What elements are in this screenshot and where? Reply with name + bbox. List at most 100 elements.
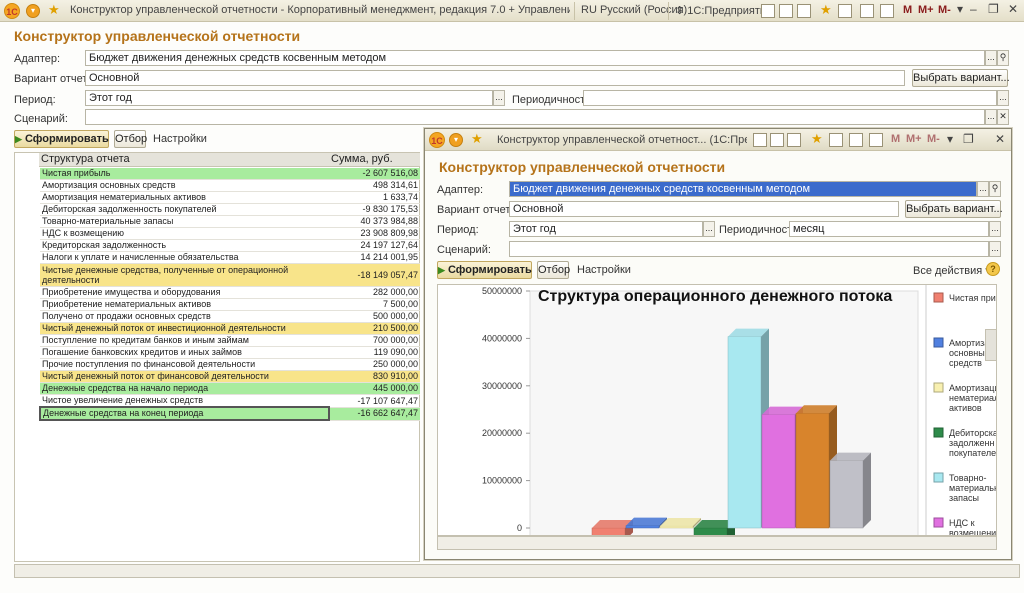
subwindow-print-icon[interactable] [770,133,784,147]
subwindow-horizontal-scrollbar[interactable] [437,536,997,550]
row-name-cell: Приобретение имущества и оборудования [40,286,329,300]
legend-label: запасы [949,493,979,503]
report-subwindow: 1С ▾ ★ Конструктор управленческой отчетн… [424,128,1012,560]
save-icon[interactable] [761,4,775,18]
subwindow-calendar-icon[interactable] [849,133,863,147]
favorites-star-icon[interactable]: ★ [48,3,60,17]
table-row[interactable]: Чистое увеличение денежных средств -17 10… [40,394,420,408]
subwindow-favorites-icon[interactable]: ★ [471,132,483,146]
memory-plus-button[interactable]: M+ [918,4,934,16]
add-favorite-icon[interactable]: ★ [820,3,832,17]
subwindow-variant-field[interactable]: Основной [509,201,899,217]
print-icon[interactable] [779,4,793,18]
variant-field[interactable]: Основной [85,70,905,86]
app-logo-icon[interactable]: 1С [4,3,20,19]
generate-button[interactable]: ▶ Сформировать [14,130,109,148]
table-row[interactable]: Амортизация основных средств 498 314,61 [40,179,420,193]
table-row[interactable]: Приобретение имущества и оборудования 282… [40,286,420,300]
table-row[interactable]: Чистые денежные средства, полученные от … [40,263,420,288]
play-icon: ▶ [15,134,22,144]
help-icon[interactable]: ? [986,262,1000,276]
subwindow-logo-icon[interactable]: 1С [429,132,445,148]
subwindow-add-favorite-icon[interactable]: ★ [811,132,823,146]
subwindow-adapter-select-button[interactable]: ... [977,181,989,197]
subwindow-generate-button[interactable]: ▶ Сформировать [437,261,532,279]
legend-label: возмещени [949,528,996,536]
adapter-open-icon[interactable]: ⚲ [997,50,1009,66]
subwindow-adapter-field[interactable]: Бюджет движения денежных средств косвенн… [509,181,977,197]
memory-minus-button[interactable]: M- [938,4,951,16]
main-horizontal-scrollbar[interactable] [14,564,1020,578]
subwindow-periodicity-select-button[interactable]: ... [989,221,1001,237]
table-row[interactable]: НДС к возмещению 23 908 809,98 [40,227,420,241]
tab-filter[interactable]: Отбор [114,130,147,148]
periodicity-field[interactable] [583,90,997,106]
table-row[interactable]: Дебиторская задолженность покупателей -9 … [40,203,420,217]
row-name-cell: Амортизация нематериальных активов [40,191,329,205]
table-row[interactable]: Поступление по кредитам банков и иным за… [40,334,420,348]
memory-m-button[interactable]: M [903,4,912,16]
subwindow-adapter-open-icon[interactable]: ⚲ [989,181,1001,197]
subwindow-period-field[interactable]: Этот год [509,221,703,237]
col-sum-header: Сумма, руб. [331,153,393,165]
legend-label: покупателе [949,448,996,458]
preview-icon[interactable] [797,4,811,18]
row-value-cell: 498 314,61 [329,179,420,193]
table-row[interactable]: Получено от продажи основных средств 500 … [40,310,420,324]
history-icon[interactable] [838,4,852,18]
scenario-field[interactable] [85,109,985,125]
subwindow-tab-filter[interactable]: Отбор [537,261,570,279]
legend-scroll-thumb[interactable] [985,329,997,361]
subwindow-preview-icon[interactable] [787,133,801,147]
table-row[interactable]: Амортизация нематериальных активов 1 633,… [40,191,420,205]
table-row[interactable]: Кредиторская задолженность 24 197 127,64 [40,239,420,253]
period-field[interactable]: Этот год [85,90,493,106]
subwindow-memory-plus[interactable]: M+ [906,133,922,145]
table-row[interactable]: Прочие поступления по финансовой деятель… [40,358,420,372]
calculator-icon[interactable] [880,4,894,18]
adapter-field[interactable]: Бюджет движения денежных средств косвенн… [85,50,985,66]
table-row[interactable]: Денежные средства на конец периода -16 66… [39,406,420,422]
calendar-icon[interactable] [860,4,874,18]
scenario-select-button[interactable]: ... [985,109,997,125]
table-row[interactable]: Приобретение нематериальных активов 7 500… [40,298,420,312]
choose-variant-button[interactable]: Выбрать вариант... [912,69,1010,87]
subwindow-close-icon[interactable]: ✕ [995,132,1005,146]
scenario-clear-icon[interactable]: ✕ [997,109,1009,125]
subwindow-tab-settings[interactable]: Настройки [577,264,631,276]
subwindow-memory-minus[interactable]: M- [927,133,940,145]
bar [795,413,830,529]
table-row[interactable]: Чистый денежный поток от инвестиционной … [40,322,420,336]
table-row[interactable]: Погашение банковских кредитов и иных зай… [40,346,420,360]
menu-dropdown-icon[interactable]: ▾ [26,4,40,18]
minimize-icon[interactable]: – [970,2,977,16]
table-row[interactable]: Чистый денежный поток от финансовой деят… [40,370,420,384]
subwindow-choose-variant-button[interactable]: Выбрать вариант... [905,200,1003,218]
all-actions-menu[interactable]: Все действия ▾ [913,264,991,277]
subwindow-period-select-button[interactable]: ... [703,221,715,237]
tab-settings[interactable]: Настройки [153,133,207,145]
periodicity-select-button[interactable]: ... [997,90,1009,106]
row-name-cell: НДС к возмещению [40,227,329,241]
more-icon[interactable]: ▾ [957,2,963,16]
subwindow-memory-m[interactable]: M [891,133,900,145]
table-row[interactable]: Чистая прибыль -2 607 516,08 [40,168,420,181]
table-row[interactable]: Товарно-материальные запасы 40 373 984,88 [40,215,420,229]
subwindow-restore-icon[interactable]: ❐ [963,132,974,146]
subwindow-calculator-icon[interactable] [869,133,883,147]
period-select-button[interactable]: ... [493,90,505,106]
table-row[interactable]: Денежные средства на начало периода 445 0… [40,382,420,396]
subwindow-periodicity-field[interactable]: месяц [789,221,989,237]
subwindow-adapter-label: Адаптер: [437,184,484,196]
restore-icon[interactable]: ❐ [988,2,999,16]
y-tick-label: 20000000 [482,428,522,438]
table-row[interactable]: Налоги к уплате и начисленные обязательс… [40,251,420,265]
adapter-select-button[interactable]: ... [985,50,997,66]
subwindow-menu-icon[interactable]: ▾ [449,133,463,147]
subwindow-history-icon[interactable] [829,133,843,147]
subwindow-more-icon[interactable]: ▾ [947,132,953,146]
subwindow-scenario-select-button[interactable]: ... [989,241,1001,257]
subwindow-scenario-field[interactable] [509,241,989,257]
subwindow-save-icon[interactable] [753,133,767,147]
close-icon[interactable]: ✕ [1008,2,1018,16]
